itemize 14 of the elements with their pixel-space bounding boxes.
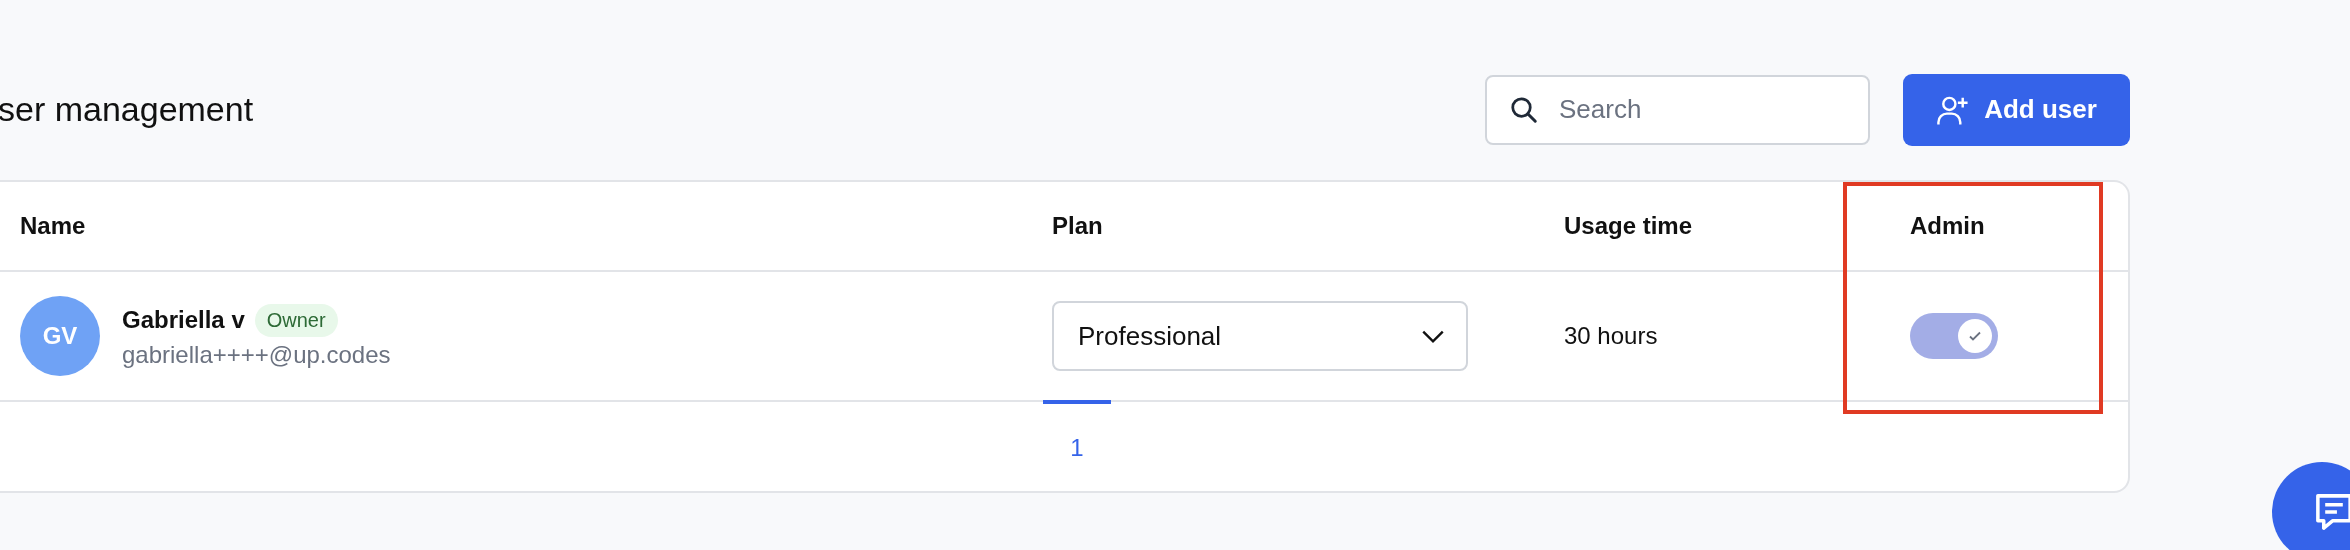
avatar: GV [20,296,100,376]
plan-dropdown[interactable]: Professional [1052,301,1468,371]
role-badge: Owner [254,303,338,337]
usage-time: 30 hours [1564,322,1658,350]
column-header: Usage time [1563,212,1694,240]
user-name: Gabriella v [122,306,245,334]
search-field[interactable]: Search [1485,74,1870,145]
admin-toggle[interactable] [1910,313,1998,359]
page-link[interactable]: 1 [1043,400,1111,492]
column-header: Admin [1909,212,1986,240]
column-header: Name [19,212,87,240]
column-header: Plan [1051,212,1104,240]
user-email: gabriella++++@up.codes [122,340,391,369]
add-user-button[interactable]: Add user [1903,73,2130,146]
